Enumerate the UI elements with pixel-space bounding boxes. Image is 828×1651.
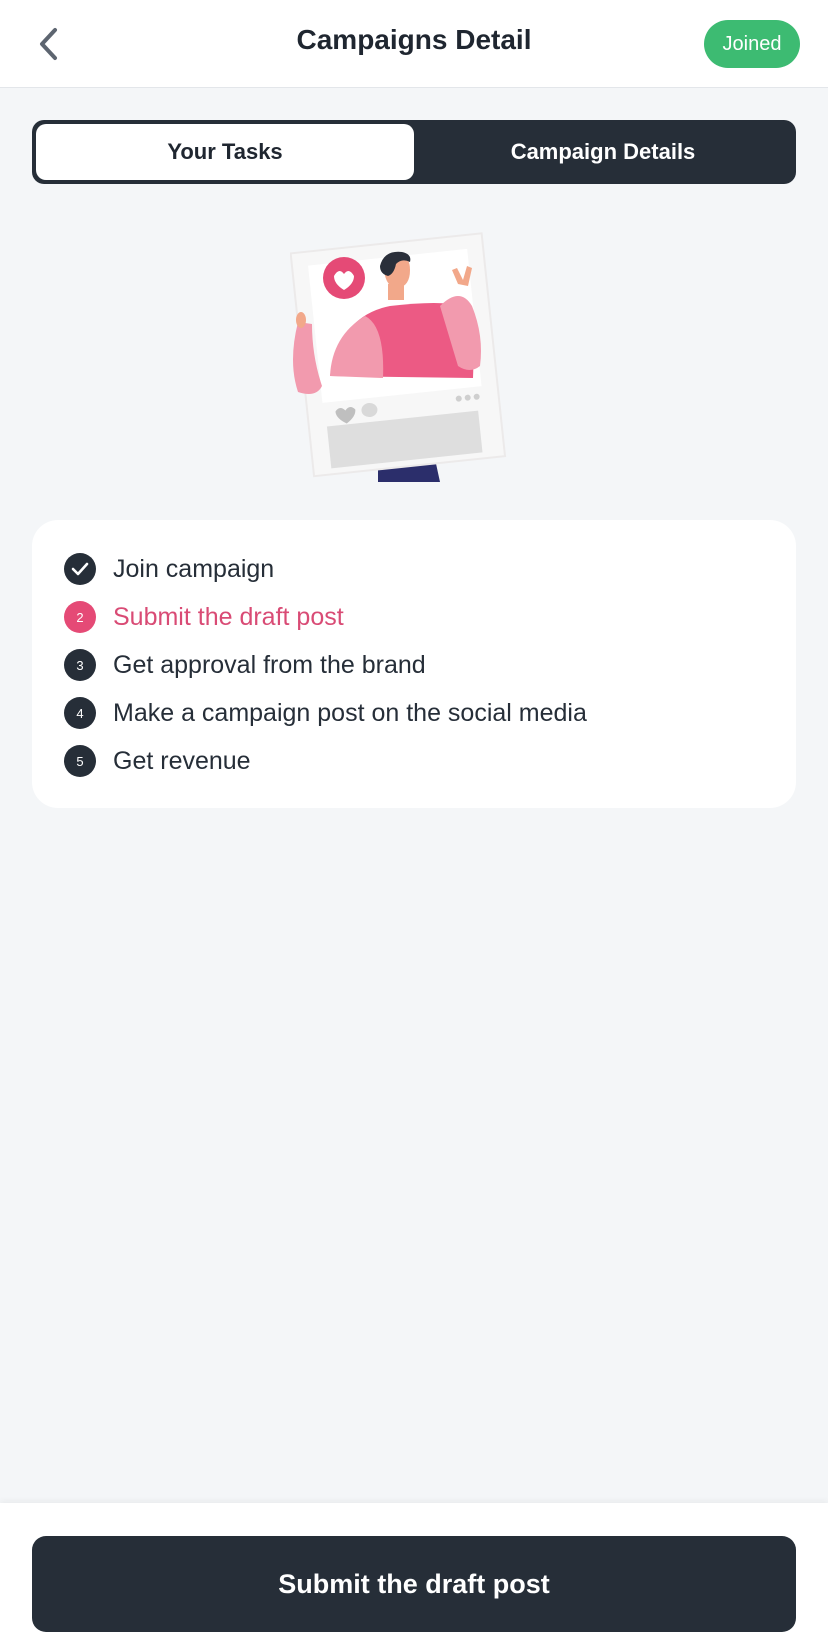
check-icon bbox=[64, 553, 96, 585]
header-bar: Campaigns Detail Joined bbox=[0, 0, 828, 88]
task-label: Get approval from the brand bbox=[113, 650, 426, 679]
status-badge: Joined bbox=[704, 20, 800, 68]
task-label: Join campaign bbox=[113, 554, 275, 583]
step-number-badge: 3 bbox=[64, 649, 96, 681]
tab-bar: Your Tasks Campaign Details bbox=[32, 120, 796, 184]
submit-draft-button[interactable]: Submit the draft post bbox=[32, 1536, 796, 1632]
task-item-get-revenue: 5 Get revenue bbox=[64, 744, 251, 778]
task-label: Get revenue bbox=[113, 746, 251, 775]
task-list: Join campaign 2 Submit the draft post 3 … bbox=[32, 520, 796, 808]
footer-bar: Submit the draft post bbox=[0, 1503, 828, 1651]
task-item-join-campaign: Join campaign bbox=[64, 552, 274, 586]
tab-your-tasks[interactable]: Your Tasks bbox=[36, 124, 414, 180]
task-item-make-post: 4 Make a campaign post on the social med… bbox=[64, 696, 587, 730]
step-number-badge: 5 bbox=[64, 745, 96, 777]
task-label: Submit the draft post bbox=[113, 602, 344, 631]
tab-campaign-details[interactable]: Campaign Details bbox=[414, 124, 792, 180]
step-number-badge: 2 bbox=[64, 601, 96, 633]
social-post-illustration bbox=[289, 226, 520, 482]
task-item-submit-draft: 2 Submit the draft post bbox=[64, 600, 344, 634]
step-number-badge: 4 bbox=[64, 697, 96, 729]
task-item-get-approval: 3 Get approval from the brand bbox=[64, 648, 426, 682]
task-label: Make a campaign post on the social media bbox=[113, 698, 587, 727]
